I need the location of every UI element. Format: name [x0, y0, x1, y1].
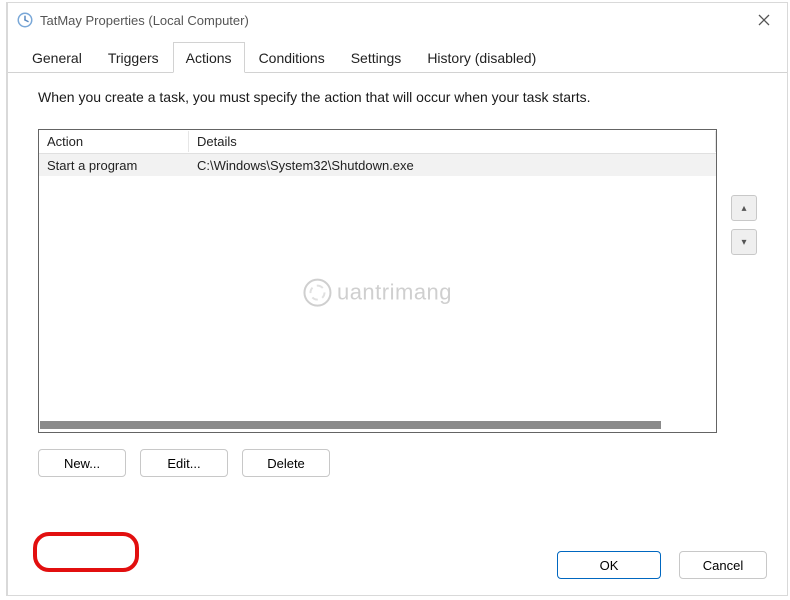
tab-general[interactable]: General: [20, 43, 94, 72]
tab-content-actions: When you create a task, you must specify…: [8, 73, 787, 537]
chevron-down-icon: ▾: [741, 237, 746, 248]
column-header-action[interactable]: Action: [39, 131, 189, 152]
listview-header: Action Details: [39, 130, 716, 154]
instruction-text: When you create a task, you must specify…: [38, 89, 767, 105]
edit-button[interactable]: Edit...: [140, 449, 228, 477]
window-title: TatMay Properties (Local Computer): [40, 13, 749, 28]
scrollbar-thumb[interactable]: [40, 421, 661, 429]
move-up-button[interactable]: ▴: [731, 195, 757, 221]
watermark: uantrimang: [303, 278, 452, 306]
actions-list-region: Action Details Start a program C:\Window…: [38, 129, 757, 433]
actions-listview[interactable]: Action Details Start a program C:\Window…: [38, 129, 717, 433]
watermark-text: uantrimang: [337, 279, 452, 305]
list-buttons-row: New... Edit... Delete: [38, 449, 767, 477]
move-down-button[interactable]: ▾: [731, 229, 757, 255]
delete-button[interactable]: Delete: [242, 449, 330, 477]
ok-button[interactable]: OK: [557, 551, 661, 579]
tab-history[interactable]: History (disabled): [415, 43, 548, 72]
watermark-icon: [303, 278, 331, 306]
close-icon: [758, 14, 770, 26]
table-row[interactable]: Start a program C:\Windows\System32\Shut…: [39, 154, 716, 176]
tab-settings[interactable]: Settings: [339, 43, 414, 72]
listview-body: Start a program C:\Windows\System32\Shut…: [39, 154, 716, 419]
horizontal-scrollbar[interactable]: [40, 419, 715, 431]
new-button[interactable]: New...: [38, 449, 126, 477]
tab-bar: General Triggers Actions Conditions Sett…: [8, 39, 787, 73]
tab-conditions[interactable]: Conditions: [247, 43, 337, 72]
reorder-buttons: ▴ ▾: [731, 129, 757, 433]
tab-triggers[interactable]: Triggers: [96, 43, 171, 72]
column-header-details[interactable]: Details: [189, 131, 716, 152]
tab-actions[interactable]: Actions: [173, 42, 245, 73]
cancel-button[interactable]: Cancel: [679, 551, 767, 579]
titlebar: TatMay Properties (Local Computer): [8, 3, 787, 37]
close-button[interactable]: [749, 5, 779, 35]
properties-dialog: TatMay Properties (Local Computer) Gener…: [6, 2, 788, 596]
chevron-up-icon: ▴: [741, 203, 746, 214]
cell-action: Start a program: [39, 156, 189, 175]
cell-details: C:\Windows\System32\Shutdown.exe: [189, 156, 716, 175]
clock-icon: [16, 11, 34, 29]
dialog-footer: OK Cancel: [8, 537, 787, 595]
